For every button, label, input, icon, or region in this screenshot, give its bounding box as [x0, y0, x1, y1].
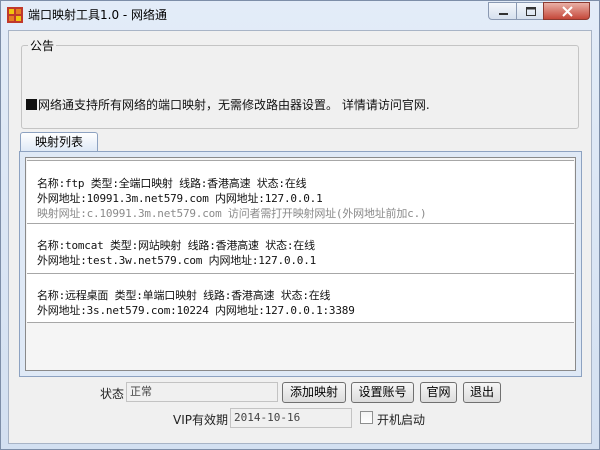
- notice-legend: 公告: [28, 37, 57, 54]
- notice-group: 公告 网络通支持所有网络的端口映射，无需修改路由器设置。 详情请访问官网.: [21, 37, 579, 129]
- mapping-summary: 名称:tomcat 类型:网站映射 线路:香港高速 状态:在线: [37, 239, 315, 252]
- app-icon: [7, 7, 23, 23]
- mapping-summary: 名称:远程桌面 类型:单端口映射 线路:香港高速 状态:在线: [37, 289, 331, 302]
- title-bar[interactable]: 端口映射工具1.0 - 网络通: [1, 1, 599, 27]
- notice-text-row: 网络通支持所有网络的端口映射，无需修改路由器设置。 详情请访问官网.: [26, 96, 430, 113]
- official-site-button[interactable]: 官网: [420, 382, 457, 403]
- vip-expiry-field: 2014-10-16: [230, 408, 352, 428]
- list-item[interactable]: 名称:远程桌面 类型:单端口映射 线路:香港高速 状态:在线 外网地址:3s.n…: [27, 273, 574, 323]
- minimize-icon: [499, 13, 508, 15]
- account-settings-button[interactable]: 设置账号: [351, 382, 414, 403]
- list-item[interactable]: 名称:tomcat 类型:网站映射 线路:香港高速 状态:在线 外网地址:tes…: [27, 223, 574, 274]
- app-window: 端口映射工具1.0 - 网络通 公告 网络通支持所有网络的端口映射，无需修改路由…: [0, 0, 600, 450]
- minimize-button[interactable]: [488, 2, 517, 20]
- maximize-button[interactable]: [516, 2, 544, 20]
- notice-text: 网络通支持所有网络的端口映射，无需修改路由器设置。 详情请访问官网.: [38, 98, 430, 112]
- list-item[interactable]: 名称:ftp 类型:全端口映射 线路:香港高速 状态:在线 外网地址:10991…: [27, 160, 574, 224]
- mapping-addresses: 外网地址:3s.net579.com:10224 内网地址:127.0.0.1:…: [37, 304, 355, 317]
- mapping-addresses: 外网地址:test.3w.net579.com 内网地址:127.0.0.1: [37, 254, 317, 267]
- maximize-icon: [526, 7, 536, 16]
- status-label: 状态: [100, 387, 125, 401]
- autostart-label[interactable]: 开机启动: [377, 411, 425, 428]
- add-mapping-button[interactable]: 添加映射: [282, 382, 346, 403]
- exit-button[interactable]: 退出: [463, 382, 501, 403]
- close-button[interactable]: [543, 2, 590, 20]
- bullet-square-icon: [26, 99, 37, 110]
- close-icon: [562, 6, 573, 17]
- vip-expiry-label: VIP有效期: [173, 413, 228, 427]
- mapping-url: 映射网址:c.10991.3m.net579.com 访问者需打开映射网址(外网…: [37, 207, 427, 220]
- mapping-list[interactable]: 名称:ftp 类型:全端口映射 线路:香港高速 状态:在线 外网地址:10991…: [25, 157, 576, 371]
- mapping-addresses: 外网地址:10991.3m.net579.com 内网地址:127.0.0.1: [37, 192, 323, 205]
- tab-mapping-list[interactable]: 映射列表: [20, 132, 98, 152]
- window-title: 端口映射工具1.0 - 网络通: [28, 8, 168, 22]
- status-field: 正常: [126, 382, 278, 402]
- mapping-summary: 名称:ftp 类型:全端口映射 线路:香港高速 状态:在线: [37, 177, 307, 190]
- mapping-list-panel: 名称:ftp 类型:全端口映射 线路:香港高速 状态:在线 外网地址:10991…: [19, 151, 582, 377]
- client-area: 公告 网络通支持所有网络的端口映射，无需修改路由器设置。 详情请访问官网. 映射…: [8, 30, 592, 444]
- autostart-checkbox[interactable]: [360, 411, 373, 424]
